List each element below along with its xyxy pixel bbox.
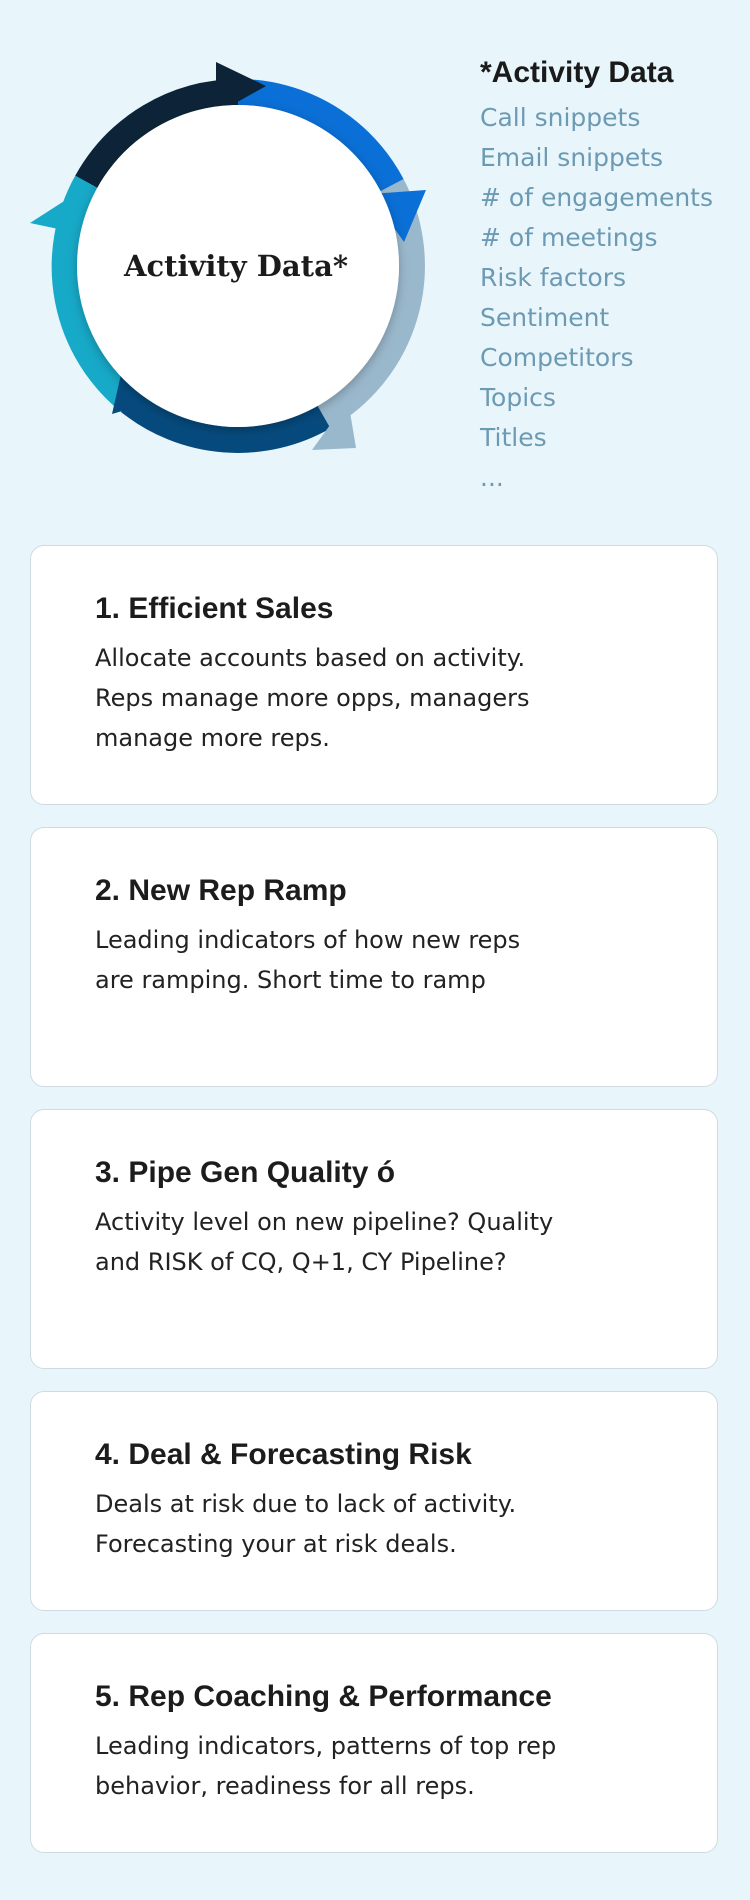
legend-item: Topics — [480, 383, 556, 412]
card-text: Deals at risk due to lack of activity. F… — [95, 1490, 517, 1558]
card-text: Leading indicators, patterns of top rep … — [95, 1732, 557, 1800]
card-title: 1. Efficient Sales — [95, 592, 334, 625]
legend-title: *Activity Data — [480, 56, 674, 89]
card-deal-forecasting-risk: 4. Deal & Forecasting Risk Deals at risk… — [30, 1391, 718, 1611]
card-title: 5. Rep Coaching & Performance — [95, 1680, 552, 1713]
card-title: 3. Pipe Gen Quality ó — [95, 1156, 396, 1189]
legend-item: Sentiment — [480, 303, 610, 332]
legend-item: Email snippets — [480, 143, 664, 172]
legend-item: Risk factors — [480, 263, 627, 292]
legend-item: Call snippets — [480, 103, 641, 132]
card-title: 4. Deal & Forecasting Risk — [95, 1438, 472, 1471]
legend-item: Titles — [480, 423, 547, 452]
card-new-rep-ramp: 2. New Rep Ramp Leading indicators of ho… — [30, 827, 718, 1087]
activity-cycle-diagram: Activity Data* — [26, 56, 446, 476]
center-label: Activity Data* — [123, 249, 349, 283]
activity-data-legend: *Activity Data Call snippets Email snipp… — [480, 56, 713, 498]
card-text: Allocate accounts based on activity. Rep… — [95, 644, 530, 752]
legend-list: Call snippets Email snippets # of engage… — [480, 98, 713, 498]
legend-item: # of engagements — [480, 183, 714, 212]
card-title: 2. New Rep Ramp — [95, 874, 347, 907]
legend-item: ... — [480, 463, 504, 492]
card-text: Leading indicators of how new reps are r… — [95, 926, 521, 994]
legend-item: Competitors — [480, 343, 634, 372]
card-efficient-sales: 1. Efficient Sales Allocate accounts bas… — [30, 545, 718, 805]
card-rep-coaching-performance: 5. Rep Coaching & Performance Leading in… — [30, 1633, 718, 1853]
card-pipe-gen-quality: 3. Pipe Gen Quality ó Activity level on … — [30, 1109, 718, 1369]
card-text: Activity level on new pipeline? Quality … — [95, 1208, 554, 1276]
legend-item: # of meetings — [480, 223, 658, 252]
